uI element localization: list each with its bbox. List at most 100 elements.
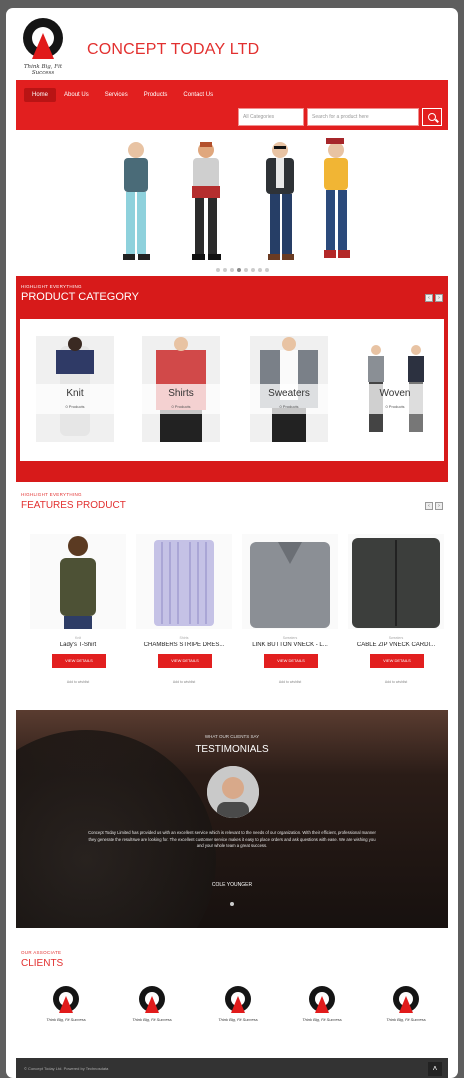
product-category: Sweaters bbox=[282, 636, 298, 640]
shirt-image bbox=[154, 540, 214, 626]
chevron-left-icon[interactable]: ‹ bbox=[425, 294, 433, 302]
slider-dot[interactable] bbox=[223, 268, 227, 272]
testimonials-section: WHAT OUR CLIENTS SAY TESTIMONIALS Concep… bbox=[16, 710, 448, 928]
testimonials-kicker: WHAT OUR CLIENTS SAY bbox=[204, 734, 260, 739]
client-logo[interactable]: Think Big, Fit Success bbox=[218, 986, 258, 1026]
category-item-woven[interactable]: Woven 0 Products bbox=[356, 336, 434, 442]
add-to-wishlist-link[interactable]: Add to wishlist bbox=[30, 680, 126, 684]
header: Think Big, Fit Success CONCEPT TODAY LTD bbox=[6, 8, 458, 80]
avatar-image bbox=[207, 766, 259, 818]
logo-triangle-icon bbox=[231, 996, 245, 1013]
category-count: 0 Products bbox=[171, 404, 191, 409]
category-item-knit[interactable]: Knit 0 Products bbox=[36, 336, 114, 442]
testimonial-quote: Concept Today Limited has provided us wi… bbox=[88, 830, 376, 848]
scroll-top-button[interactable]: ˄ bbox=[428, 1062, 442, 1076]
features-kicker: HIGHLIGHT EVERYTHING bbox=[21, 492, 82, 497]
category-item-shirts[interactable]: Shirts 0 Products bbox=[142, 336, 220, 442]
testimonials-title: TESTIMONIALS bbox=[195, 744, 269, 755]
client-tagline: Think Big, Fit Success bbox=[218, 1017, 258, 1022]
chevron-up-icon: ˄ bbox=[432, 1064, 438, 1073]
product-card[interactable]: Shirts CHAMBERS STRIPE DRES... VIEW DETA… bbox=[136, 534, 232, 704]
search-button[interactable] bbox=[422, 108, 442, 126]
clients-section: OUR ASSOCIATE CLIENTS Think Big, Fit Suc… bbox=[16, 928, 448, 1058]
tshirt-image bbox=[60, 536, 96, 629]
category-label: Sweaters bbox=[268, 388, 310, 399]
client-tagline: Think Big, Fit Success bbox=[386, 1017, 426, 1022]
category-carousel: Knit 0 Products Shirts 0 Products Sweate… bbox=[20, 319, 444, 461]
client-logo[interactable]: Think Big, Fit Success bbox=[386, 986, 426, 1026]
brand-logo[interactable]: Think Big, Fit Success bbox=[14, 18, 72, 76]
slider-dot[interactable] bbox=[244, 268, 248, 272]
slider-dots bbox=[216, 268, 269, 272]
brand-name[interactable]: CONCEPT TODAY LTD bbox=[87, 41, 259, 59]
product-name[interactable]: CHAMBERS STRIPE DRES... bbox=[136, 642, 232, 648]
client-logo[interactable]: Think Big, Fit Success bbox=[46, 986, 86, 1026]
category-select[interactable]: All Categories bbox=[238, 108, 304, 126]
add-to-wishlist-link[interactable]: Add to wishlist bbox=[242, 680, 338, 684]
chevron-right-icon[interactable]: › bbox=[435, 294, 443, 302]
client-logo[interactable]: Think Big, Fit Success bbox=[302, 986, 342, 1026]
features-arrows: ‹ › bbox=[425, 502, 443, 510]
avatar bbox=[207, 766, 259, 818]
logo-triangle-icon bbox=[399, 996, 413, 1013]
nav-item-contact[interactable]: Contact Us bbox=[175, 88, 221, 102]
category-label: Knit bbox=[66, 388, 84, 399]
view-details-button[interactable]: VIEW DETAILS bbox=[158, 654, 212, 668]
features-title: FEATURES PRODUCT bbox=[21, 500, 126, 511]
product-category: Knit bbox=[74, 636, 82, 640]
background-disc bbox=[16, 730, 216, 928]
nav-menu: Home About Us Services Products Contact … bbox=[24, 88, 221, 102]
nav-item-about[interactable]: About Us bbox=[56, 88, 97, 102]
cardigan-image bbox=[352, 538, 440, 628]
logo-triangle-icon bbox=[315, 996, 329, 1013]
add-to-wishlist-link[interactable]: Add to wishlist bbox=[136, 680, 232, 684]
product-name[interactable]: Lady's T-Shirt bbox=[30, 642, 126, 648]
hero-slider[interactable] bbox=[16, 130, 448, 276]
page: Think Big, Fit Success CONCEPT TODAY LTD… bbox=[6, 8, 458, 1078]
product-card[interactable]: Sweaters LINK BUTTON VNECK - L... VIEW D… bbox=[242, 534, 338, 704]
product-card[interactable]: Knit Lady's T-Shirt VIEW DETAILS Add to … bbox=[30, 534, 126, 704]
slider-dot[interactable] bbox=[251, 268, 255, 272]
product-image[interactable] bbox=[136, 534, 232, 629]
category-label: Woven bbox=[379, 388, 411, 399]
search-input[interactable]: Search for a product here bbox=[307, 108, 419, 126]
client-tagline: Think Big, Fit Success bbox=[302, 1017, 342, 1022]
nav-item-products[interactable]: Products bbox=[136, 88, 176, 102]
search-bar: All Categories Search for a product here bbox=[238, 108, 442, 126]
view-details-button[interactable]: VIEW DETAILS bbox=[264, 654, 318, 668]
view-details-button[interactable]: VIEW DETAILS bbox=[52, 654, 106, 668]
slider-dot[interactable] bbox=[258, 268, 262, 272]
product-category: Shirts bbox=[179, 636, 189, 640]
product-category: Sweaters bbox=[388, 636, 404, 640]
chevron-left-icon[interactable]: ‹ bbox=[425, 502, 433, 510]
product-category-section: HIGHLIGHT EVERYTHING PRODUCT CATEGORY ‹ … bbox=[16, 276, 448, 482]
product-name[interactable]: CABLE ZIP VNECK CARDI... bbox=[348, 642, 444, 648]
footer-copyright: © Concept Today Ltd. Powered by Technosd… bbox=[24, 1066, 109, 1071]
category-label: Shirts bbox=[168, 388, 194, 399]
product-image[interactable] bbox=[242, 534, 338, 629]
testimonial-dot[interactable] bbox=[230, 902, 234, 906]
clients-title: CLIENTS bbox=[21, 958, 64, 969]
category-arrows: ‹ › bbox=[425, 294, 443, 302]
logo-triangle-icon bbox=[32, 33, 54, 59]
nav-item-home[interactable]: Home bbox=[24, 88, 57, 102]
product-image[interactable] bbox=[30, 534, 126, 629]
slider-dot[interactable] bbox=[230, 268, 234, 272]
chevron-right-icon[interactable]: › bbox=[435, 502, 443, 510]
product-card[interactable]: Sweaters CABLE ZIP VNECK CARDI... VIEW D… bbox=[348, 534, 444, 704]
client-logo[interactable]: Think Big, Fit Success bbox=[132, 986, 172, 1026]
slider-dot[interactable] bbox=[265, 268, 269, 272]
product-name[interactable]: LINK BUTTON VNECK - L... bbox=[242, 642, 338, 648]
slider-dot-active[interactable] bbox=[237, 268, 241, 272]
slider-dot[interactable] bbox=[216, 268, 220, 272]
main-navbar: Home About Us Services Products Contact … bbox=[16, 80, 448, 130]
add-to-wishlist-link[interactable]: Add to wishlist bbox=[348, 680, 444, 684]
view-details-button[interactable]: VIEW DETAILS bbox=[370, 654, 424, 668]
product-image[interactable] bbox=[348, 534, 444, 629]
logo-tagline: Think Big, Fit Success bbox=[23, 64, 63, 76]
category-item-sweaters[interactable]: Sweaters 0 Products bbox=[250, 336, 328, 442]
nav-item-services[interactable]: Services bbox=[97, 88, 136, 102]
clients-kicker: OUR ASSOCIATE bbox=[21, 950, 62, 955]
logo-triangle-icon bbox=[59, 996, 73, 1013]
category-title: PRODUCT CATEGORY bbox=[21, 291, 139, 303]
